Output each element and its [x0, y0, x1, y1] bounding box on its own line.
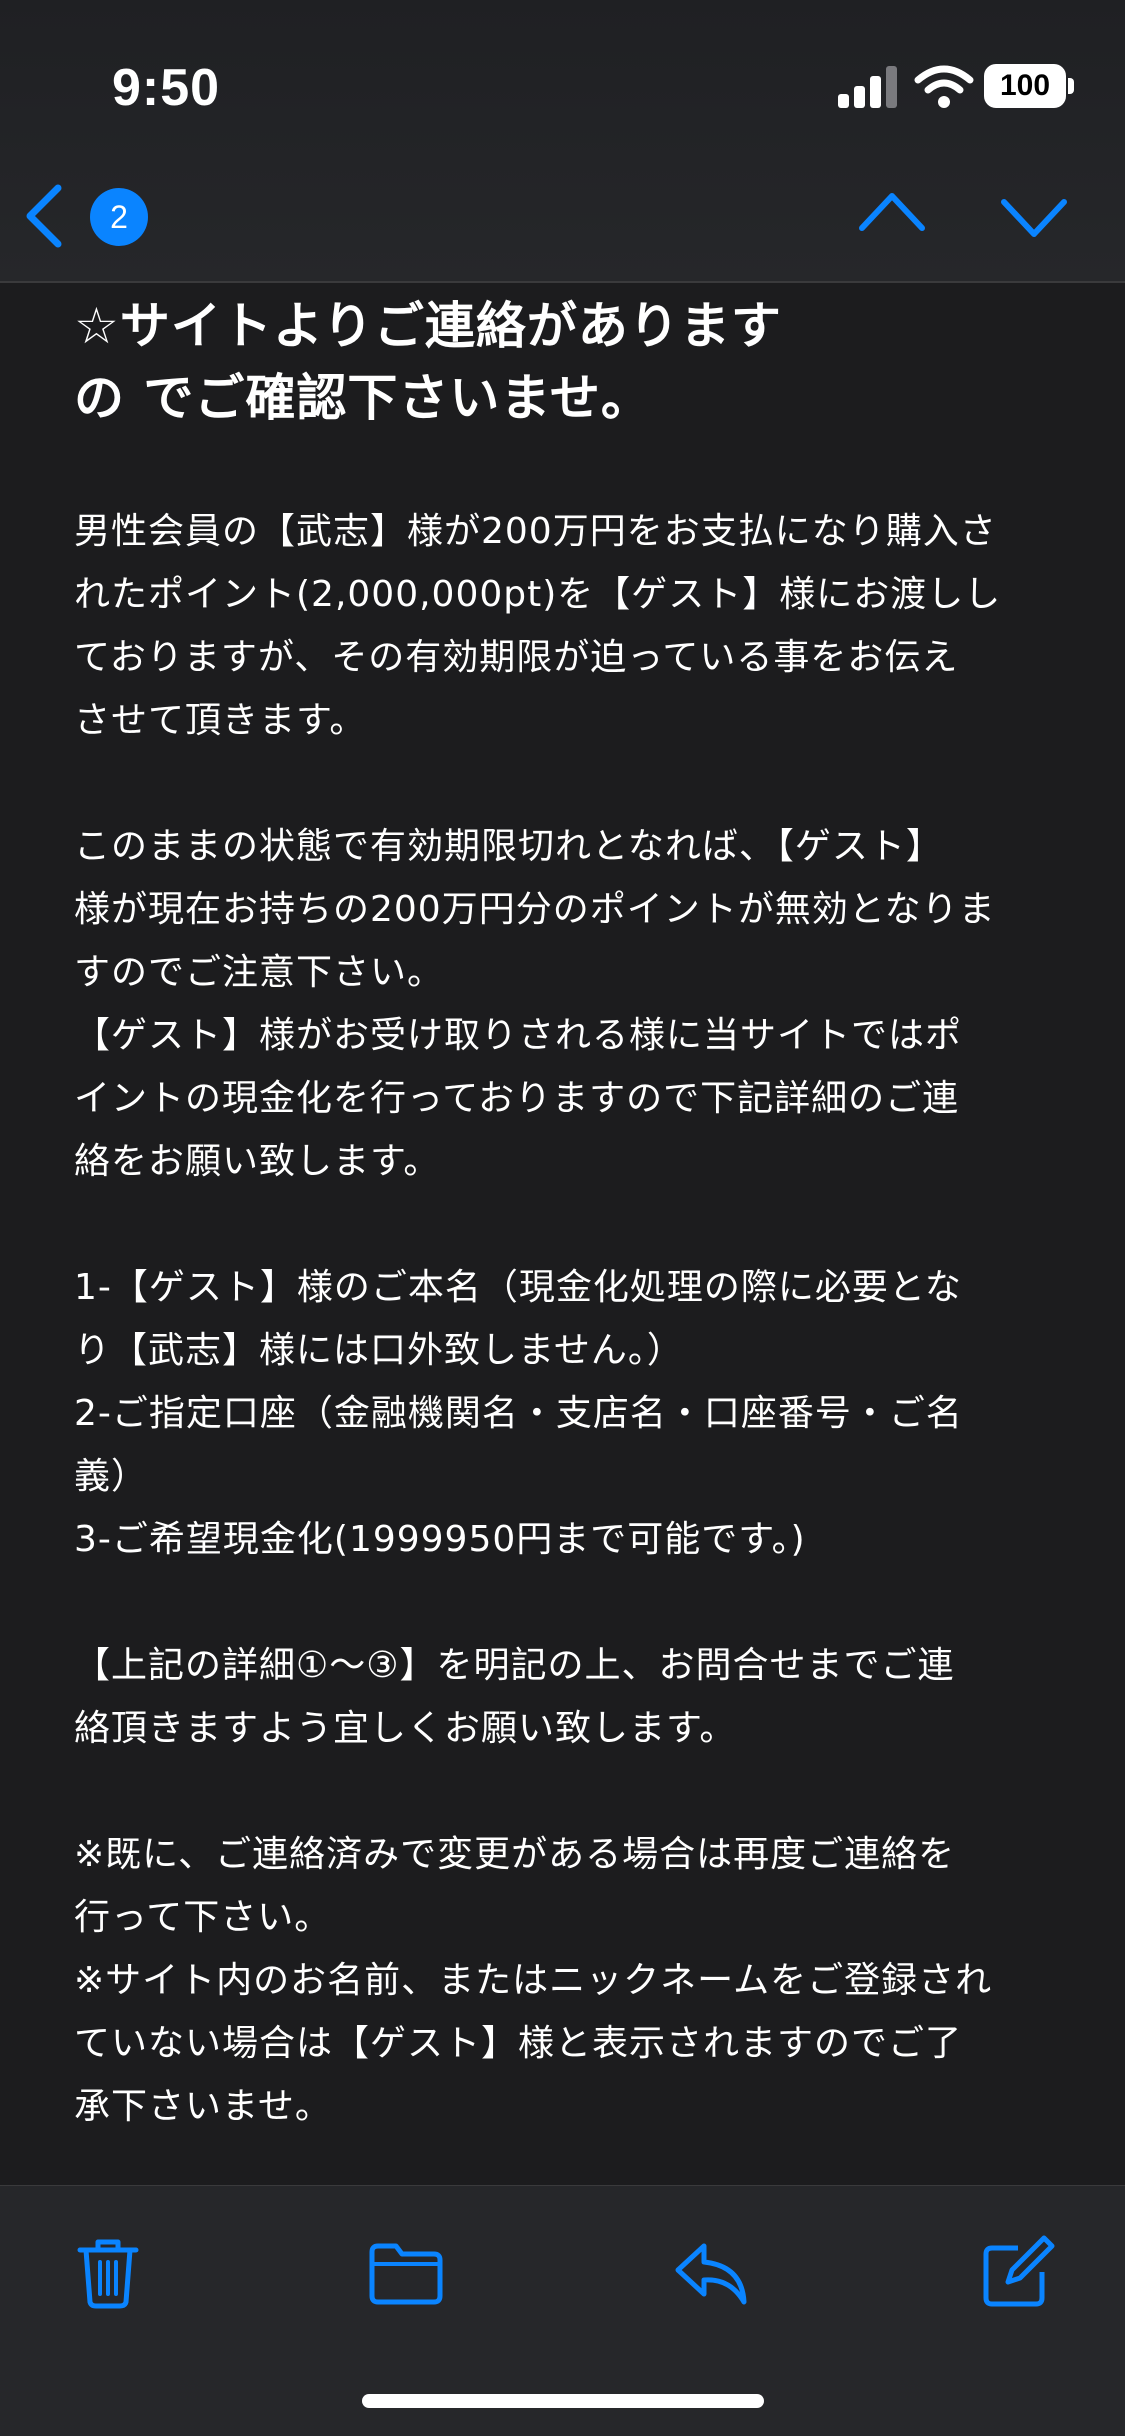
unread-count-badge[interactable]: 2 [90, 188, 148, 246]
email-subject: ☆サイトよりご連絡があります の でご確認下さいませ。 [74, 290, 1064, 434]
message-nav-bar: 2 [0, 160, 1125, 270]
body-line: イントの現金化を行っておりますので下記詳細のご連 [74, 1078, 960, 1119]
wifi-icon [914, 64, 974, 110]
compose-button[interactable] [978, 2232, 1058, 2312]
subject-line: ☆サイトよりご連絡があります [74, 297, 782, 355]
folder-icon [369, 2243, 443, 2305]
status-bar: 9:50 100 [0, 0, 1125, 120]
body-line: ※サイト内のお名前、またはニックネームをご登録され [74, 1960, 993, 2001]
battery-level: 100 [999, 69, 1051, 102]
email-content: ☆サイトよりご連絡があります の でご確認下さいませ。 男性会員の【武志】様が2… [74, 290, 1064, 2138]
body-line: 絡をお願い致します。 [74, 1141, 441, 1182]
body-line: 1-【ゲスト】様のご本名（現金化処理の際に必要とな [74, 1267, 962, 1308]
subject-line: の でご確認下さいませ。 [74, 369, 652, 427]
body-line: 絡頂きますよう宜しくお願い致します。 [74, 1708, 737, 1749]
body-line: 3-ご希望現金化(1999950円まで可能です。) [74, 1519, 806, 1560]
battery-cap [1068, 78, 1074, 94]
top-chrome: 9:50 100 2 [0, 0, 1125, 282]
trash-icon [77, 2239, 139, 2309]
back-button[interactable] [22, 184, 72, 248]
email-body: 男性会員の【武志】様が200万円をお支払になり購入さ れたポイント(2,000,… [74, 500, 1064, 2138]
battery-icon: 100 [984, 64, 1066, 108]
nav-divider [0, 281, 1125, 283]
body-line: 承下さいませ。 [74, 2086, 332, 2127]
body-line: 義） [74, 1456, 149, 1497]
move-to-folder-button[interactable] [366, 2232, 446, 2312]
chevron-up-icon [859, 193, 925, 231]
body-line: 【ゲスト】様がお受け取りされる様に当サイトではポ [74, 1015, 963, 1056]
home-indicator[interactable] [362, 2394, 764, 2408]
body-line: ※既に、ご連絡済みで変更がある場合は再度ご連絡を [74, 1834, 956, 1875]
body-line: 【上記の詳細①〜③】を明記の上、お問合せまでご連 [74, 1645, 955, 1686]
body-line: 男性会員の【武志】様が200万円をお支払になり購入さ [74, 511, 997, 552]
compose-icon [983, 2235, 1055, 2307]
body-line: させて頂きます。 [74, 700, 367, 741]
chevron-left-icon [26, 184, 62, 248]
previous-message-button[interactable] [858, 188, 926, 238]
body-line: ていない場合は【ゲスト】様と表示されますのでご了 [74, 2023, 963, 2064]
body-line: ておりますが、その有効期限が迫っている事をお伝え [74, 637, 959, 678]
cellular-signal-icon [838, 66, 898, 108]
body-line: 様が現在お持ちの200万円分のポイントが無効となりま [74, 889, 996, 930]
status-time: 9:50 [112, 59, 221, 117]
body-line: 行って下さい。 [74, 1897, 332, 1938]
body-line: り【武志】様には口外致しません。） [74, 1330, 684, 1371]
next-message-button[interactable] [1000, 194, 1068, 244]
reply-button[interactable] [672, 2232, 752, 2312]
delete-button[interactable] [68, 2232, 148, 2312]
body-line: 2-ご指定口座（金融機関名・支店名・口座番号・ご名 [74, 1393, 963, 1434]
reply-icon [675, 2243, 747, 2305]
body-line: すのでご注意下さい。 [74, 952, 445, 993]
body-line: このままの状態で有効期限切れとなれば、【ゲスト】 [74, 826, 943, 867]
chevron-down-icon [1001, 199, 1067, 237]
body-line: れたポイント(2,000,000pt)を【ゲスト】様にお渡しし [74, 574, 1002, 615]
